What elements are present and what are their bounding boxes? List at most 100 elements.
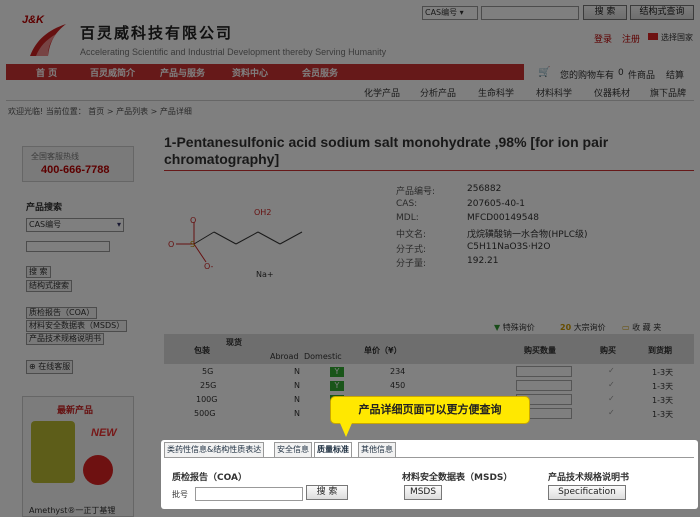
- label-oh2: OH2: [254, 208, 272, 217]
- cell-abroad: N: [294, 381, 300, 390]
- nav-products[interactable]: 产品与服务: [160, 66, 205, 79]
- checkout-link[interactable]: 结算: [666, 68, 684, 81]
- cell-arrival: 1-3天: [652, 410, 674, 419]
- cell-abroad: N: [294, 395, 300, 404]
- structure-search-button[interactable]: 结构式查询: [630, 5, 694, 20]
- subnav-chemical[interactable]: 化学产品: [364, 86, 400, 99]
- nav-member[interactable]: 会员服务: [302, 66, 338, 79]
- th-abroad: Abroad: [270, 352, 299, 361]
- online-service-button[interactable]: ⊕ 在线客服: [26, 360, 74, 374]
- nav-resources[interactable]: 资料中心: [232, 66, 268, 79]
- tab-other-info[interactable]: 其他信息: [358, 442, 396, 458]
- qty-input[interactable]: [516, 366, 572, 377]
- label-na: Na+: [256, 270, 274, 279]
- prop-label-code: 产品编号:: [396, 187, 436, 197]
- favorites-label: 收 藏 夹: [632, 323, 662, 332]
- th-arrival: 到货期: [648, 346, 672, 355]
- prop-value-cnname: 戊烷磺酸钠一水合物(HPLC级): [467, 230, 588, 240]
- favorites-button[interactable]: ▭ 收 藏 夹: [622, 322, 661, 333]
- special-inquiry-button[interactable]: ▼ 特殊询价: [494, 322, 535, 333]
- sidebar-cas-select[interactable]: CAS编号 ▾: [26, 218, 124, 232]
- subnav-material[interactable]: 材料科学: [536, 86, 572, 99]
- sidebar-search-input[interactable]: [26, 241, 110, 252]
- cell-price: 450: [390, 381, 406, 390]
- chat-icon: ⊕: [29, 362, 36, 371]
- prop-value-mw: 192.21: [467, 256, 499, 266]
- tooltip-arrow: [340, 423, 352, 437]
- sidebar-select-label: CAS编号: [29, 220, 62, 229]
- subnav-life[interactable]: 生命科学: [478, 86, 514, 99]
- cell-abroad: N: [294, 409, 300, 418]
- th-buy: 购买: [600, 346, 616, 355]
- cell-arrival: 1-3天: [652, 368, 674, 377]
- prop-label-formula: 分子式:: [396, 245, 427, 255]
- sidebar-spec-link[interactable]: 产品技术规格说明书: [26, 333, 104, 345]
- cell-pack: 25G: [200, 381, 217, 390]
- th-price: 单价（¥）: [364, 346, 402, 355]
- batch-input[interactable]: [195, 487, 303, 501]
- online-service-label: 在线客服: [38, 362, 71, 371]
- cart-bar[interactable]: 🛒 您的购物车有 0 件商品 结算: [530, 64, 694, 81]
- add-cart-icon[interactable]: ✓: [608, 394, 615, 403]
- specification-button[interactable]: Specification: [548, 485, 626, 500]
- sidebar-msds-link[interactable]: 材料安全数据表（MSDS）: [26, 320, 128, 332]
- msds-button[interactable]: MSDS: [404, 485, 442, 500]
- tag-icon: ▼: [494, 323, 501, 332]
- subnav-analysis[interactable]: 分析产品: [420, 86, 456, 99]
- bulk-inquiry-button[interactable]: 20 大宗询价: [560, 322, 606, 333]
- subnav-brands[interactable]: 旗下品牌: [650, 86, 686, 99]
- tab-druglike-info[interactable]: 类药性信息&结构性质表达: [164, 442, 265, 458]
- main-nav: 首 页 百灵威简介 产品与服务 资料中心 会员服务: [6, 64, 524, 80]
- qty-input[interactable]: [516, 380, 572, 391]
- hotline-number: 400-666-7788: [41, 164, 110, 176]
- sidebar-structure-button[interactable]: 结构式搜索: [26, 280, 72, 292]
- price-table-header: 包装 现货 Abroad Domestic 单价（¥） 购买数量 购买 到货期: [164, 334, 694, 364]
- th-qty: 购买数量: [524, 346, 556, 355]
- th-pack: 包装: [194, 346, 210, 355]
- cell-domestic: Y: [330, 381, 344, 391]
- cell-domestic: Y: [330, 367, 344, 377]
- tab-quality-standard[interactable]: 质量标准: [314, 442, 352, 458]
- select-country-link[interactable]: 选择国家: [661, 32, 693, 43]
- coa-title: 质检报告（COA）: [172, 473, 247, 483]
- sidebar-search-title: 产品搜索: [26, 203, 63, 213]
- subnav-instrument[interactable]: 仪器耗材: [594, 86, 630, 99]
- tab-safety-info[interactable]: 安全信息: [274, 442, 312, 458]
- bulk-inquiry-label: 大宗询价: [573, 323, 606, 332]
- add-cart-icon[interactable]: ✓: [608, 366, 615, 375]
- cell-price: 234: [390, 367, 406, 376]
- label-o-top: O: [190, 216, 197, 225]
- register-link[interactable]: 注册: [622, 32, 640, 45]
- label-s: S: [190, 240, 196, 249]
- table-row: 25G N Y 450 ✓ 1-3天: [164, 380, 694, 392]
- cart-text: 您的购物车有: [560, 71, 615, 81]
- cart-count: 0: [618, 68, 624, 78]
- top-search-button[interactable]: 搜 索: [583, 5, 627, 20]
- login-link[interactable]: 登录: [594, 32, 612, 45]
- prop-label-mw: 分子量:: [396, 259, 427, 269]
- top-search-input[interactable]: [481, 6, 579, 20]
- prop-value-formula: C5H11NaO3S·H2O: [467, 242, 551, 252]
- cell-pack: 500G: [194, 409, 216, 418]
- table-row: 5G N Y 234 ✓ 1-3天: [164, 366, 694, 378]
- th-domestic: Domestic: [304, 352, 342, 361]
- header-divider: [6, 100, 694, 101]
- sidebar-coa-link[interactable]: 质检报告（COA）: [26, 307, 98, 319]
- breadcrumb: 欢迎光临! 当前位置： 首页 > 产品列表 > 产品详细: [8, 107, 192, 116]
- cell-pack: 100G: [196, 395, 218, 404]
- batch-search-button[interactable]: 搜 索: [306, 485, 348, 500]
- hotline-label: 全国客服热线: [31, 152, 79, 161]
- new-product-caption[interactable]: Amethyst®一正丁基锂: [29, 505, 115, 516]
- add-cart-icon[interactable]: ✓: [608, 408, 615, 417]
- cell-arrival: 1-3天: [652, 396, 674, 405]
- cas-select[interactable]: CAS编号 ▾: [422, 6, 478, 20]
- flag-icon: [648, 33, 658, 40]
- nav-home[interactable]: 首 页: [36, 66, 57, 79]
- prop-label-cnname: 中文名:: [396, 230, 427, 240]
- product-bottle-image[interactable]: [31, 421, 75, 483]
- sidebar-search-button[interactable]: 搜 索: [26, 266, 51, 278]
- nav-about[interactable]: 百灵威简介: [90, 66, 135, 79]
- add-cart-icon[interactable]: ✓: [608, 380, 615, 389]
- cart-unit: 件商品: [628, 71, 656, 81]
- cas-select-label: CAS编号: [425, 8, 458, 17]
